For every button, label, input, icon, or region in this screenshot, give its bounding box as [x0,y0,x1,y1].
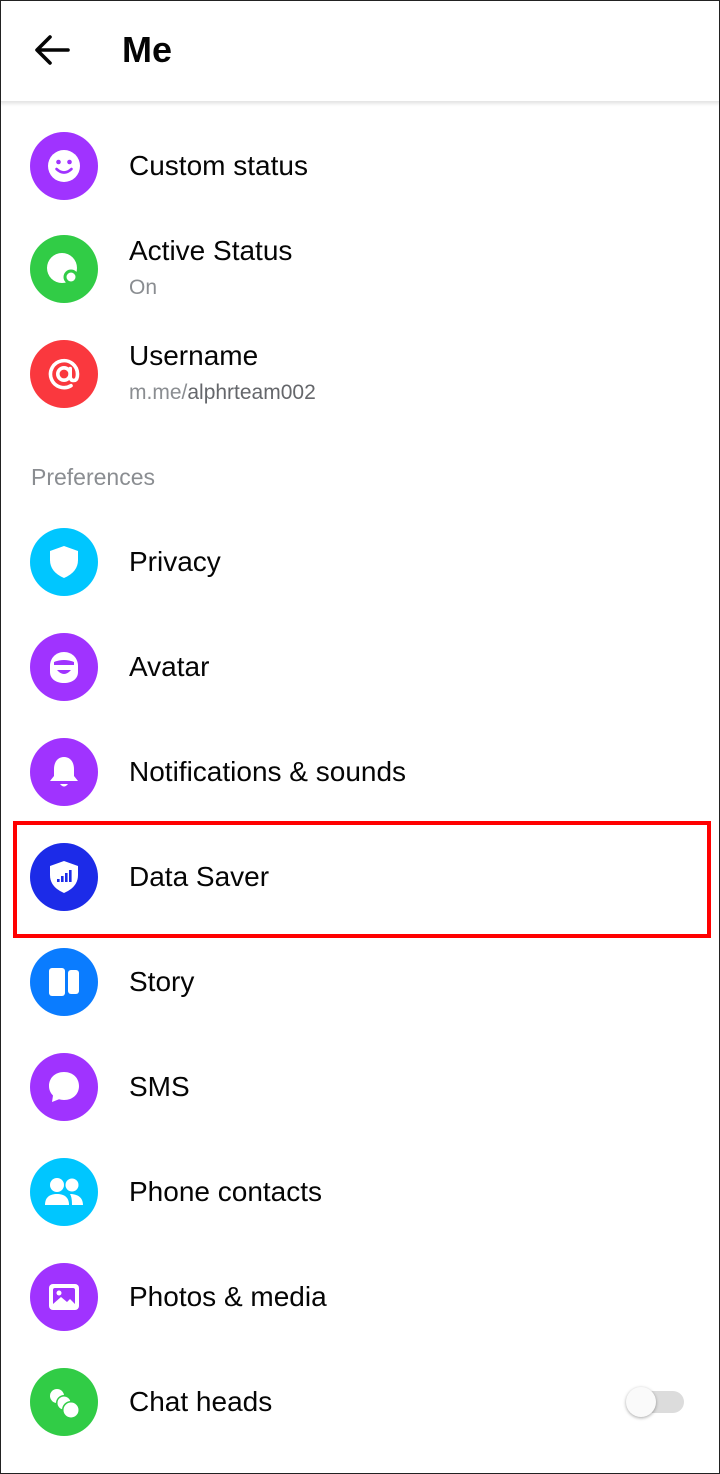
chat-heads-toggle[interactable] [626,1387,684,1417]
username-prefix: m.me/ [129,381,188,404]
notifications-item[interactable]: Notifications & sounds [0,720,720,824]
username-handle: alphrteam002 [187,381,316,404]
app-bar: Me [0,0,720,102]
avatar-label: Avatar [129,651,210,682]
active-status-item[interactable]: Active Status On [0,217,720,321]
active-status-value: On [129,276,158,299]
photos-media-item[interactable]: Photos & media [0,1245,720,1349]
sms-item[interactable]: SMS [0,1035,720,1139]
data-saver-label: Data Saver [129,861,270,892]
avatar-item[interactable]: Avatar [0,615,720,719]
page-title: Me [122,29,173,70]
toggle-knob [626,1387,656,1417]
chat-bubble-icon [30,1053,98,1121]
sms-label: SMS [129,1071,190,1102]
active-status-icon [30,235,98,303]
shield-icon [30,528,98,596]
story-label: Story [129,966,195,997]
privacy-label: Privacy [129,546,221,577]
back-button[interactable] [22,22,82,78]
image-icon [30,1263,98,1331]
custom-status-label: Custom status [129,150,308,181]
privacy-item[interactable]: Privacy [0,510,720,614]
story-item[interactable]: Story [0,930,720,1034]
chat-heads-icon [30,1368,98,1436]
preferences-section-header: Preferences [31,464,156,490]
smiley-icon [30,132,98,200]
phone-contacts-item[interactable]: Phone contacts [0,1140,720,1244]
custom-status-item[interactable]: Custom status [0,114,720,218]
username-value: m.me/alphrteam002 [129,380,316,406]
story-icon [30,948,98,1016]
chat-heads-item[interactable]: Chat heads [0,1350,720,1454]
chat-heads-label: Chat heads [129,1386,273,1417]
at-icon [30,340,98,408]
photos-media-label: Photos & media [129,1281,327,1312]
people-icon [30,1158,98,1226]
arrow-left-icon [35,35,70,65]
bell-icon [30,738,98,806]
data-saver-shield-icon [30,843,98,911]
phone-contacts-label: Phone contacts [129,1176,323,1207]
avatar-icon [30,633,98,701]
data-saver-item[interactable]: Data Saver [0,825,720,929]
username-item[interactable]: Username m.me/alphrteam002 [0,322,720,426]
username-label: Username [129,340,259,371]
active-status-label: Active Status [129,235,293,266]
notifications-label: Notifications & sounds [129,756,407,787]
